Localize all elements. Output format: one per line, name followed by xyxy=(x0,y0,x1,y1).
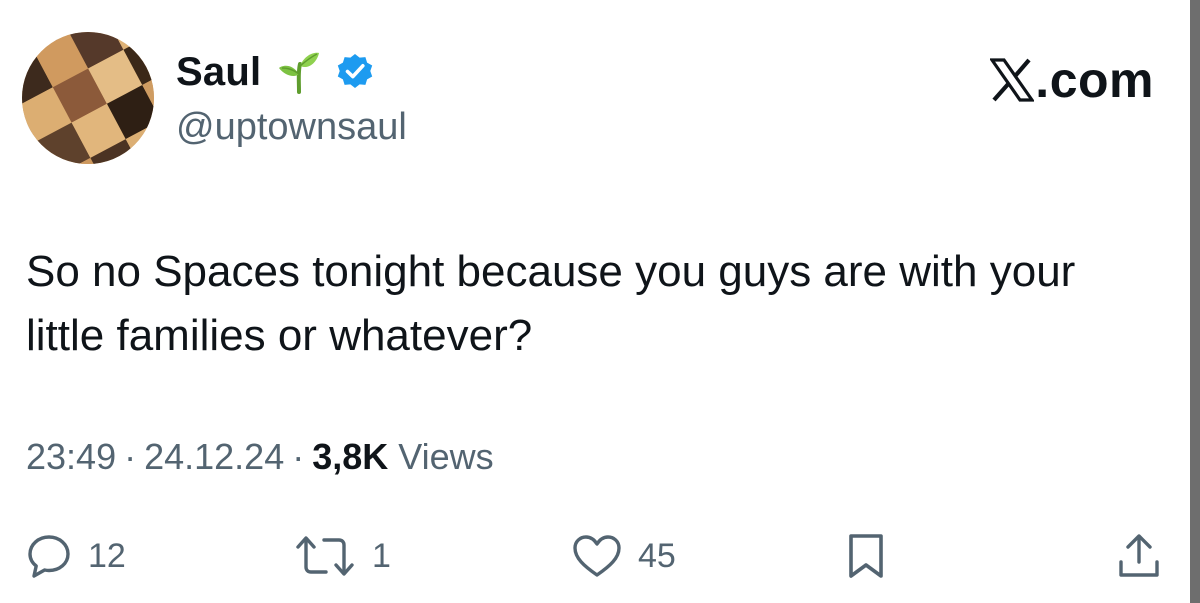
brand-suffix: .com xyxy=(1035,52,1154,108)
share-button[interactable] xyxy=(1116,526,1162,586)
author-name-row[interactable]: Saul xyxy=(176,46,375,98)
window-edge xyxy=(1190,0,1200,603)
author-display-name[interactable]: Saul xyxy=(176,50,261,95)
tweet-text: So no Spaces tonight because you guys ar… xyxy=(26,247,1076,360)
x-logo-icon xyxy=(989,58,1036,102)
avatar[interactable] xyxy=(22,32,154,164)
repost-button[interactable]: 1 xyxy=(294,526,391,586)
author-handle[interactable]: @uptownsaul xyxy=(176,106,407,149)
repost-count: 1 xyxy=(372,536,391,575)
like-button[interactable]: 45 xyxy=(572,526,676,586)
seedling-icon xyxy=(277,50,321,94)
reply-button[interactable]: 12 xyxy=(26,526,126,586)
verified-badge-icon[interactable] xyxy=(335,52,375,92)
action-bar: 12 1 45 xyxy=(0,526,1200,586)
meta-separator: · xyxy=(292,436,305,477)
brand-watermark: .com xyxy=(989,52,1154,108)
views-label: Views xyxy=(398,436,494,477)
repost-icon xyxy=(294,533,356,579)
reply-icon xyxy=(26,533,72,579)
tweet-date[interactable]: 24.12.24 xyxy=(144,436,284,478)
bookmark-icon xyxy=(846,532,886,580)
tweet-time[interactable]: 23:49 xyxy=(26,436,116,478)
like-count: 45 xyxy=(638,536,676,575)
meta-separator: · xyxy=(124,436,137,477)
heart-icon xyxy=(572,533,622,579)
share-icon xyxy=(1116,532,1162,580)
tweet-meta: 23:49 · 24.12.24 · 3,8K Views xyxy=(26,436,494,478)
reply-count: 12 xyxy=(88,536,126,575)
views-count: 3,8K xyxy=(312,436,389,477)
bookmark-button[interactable] xyxy=(846,526,886,586)
